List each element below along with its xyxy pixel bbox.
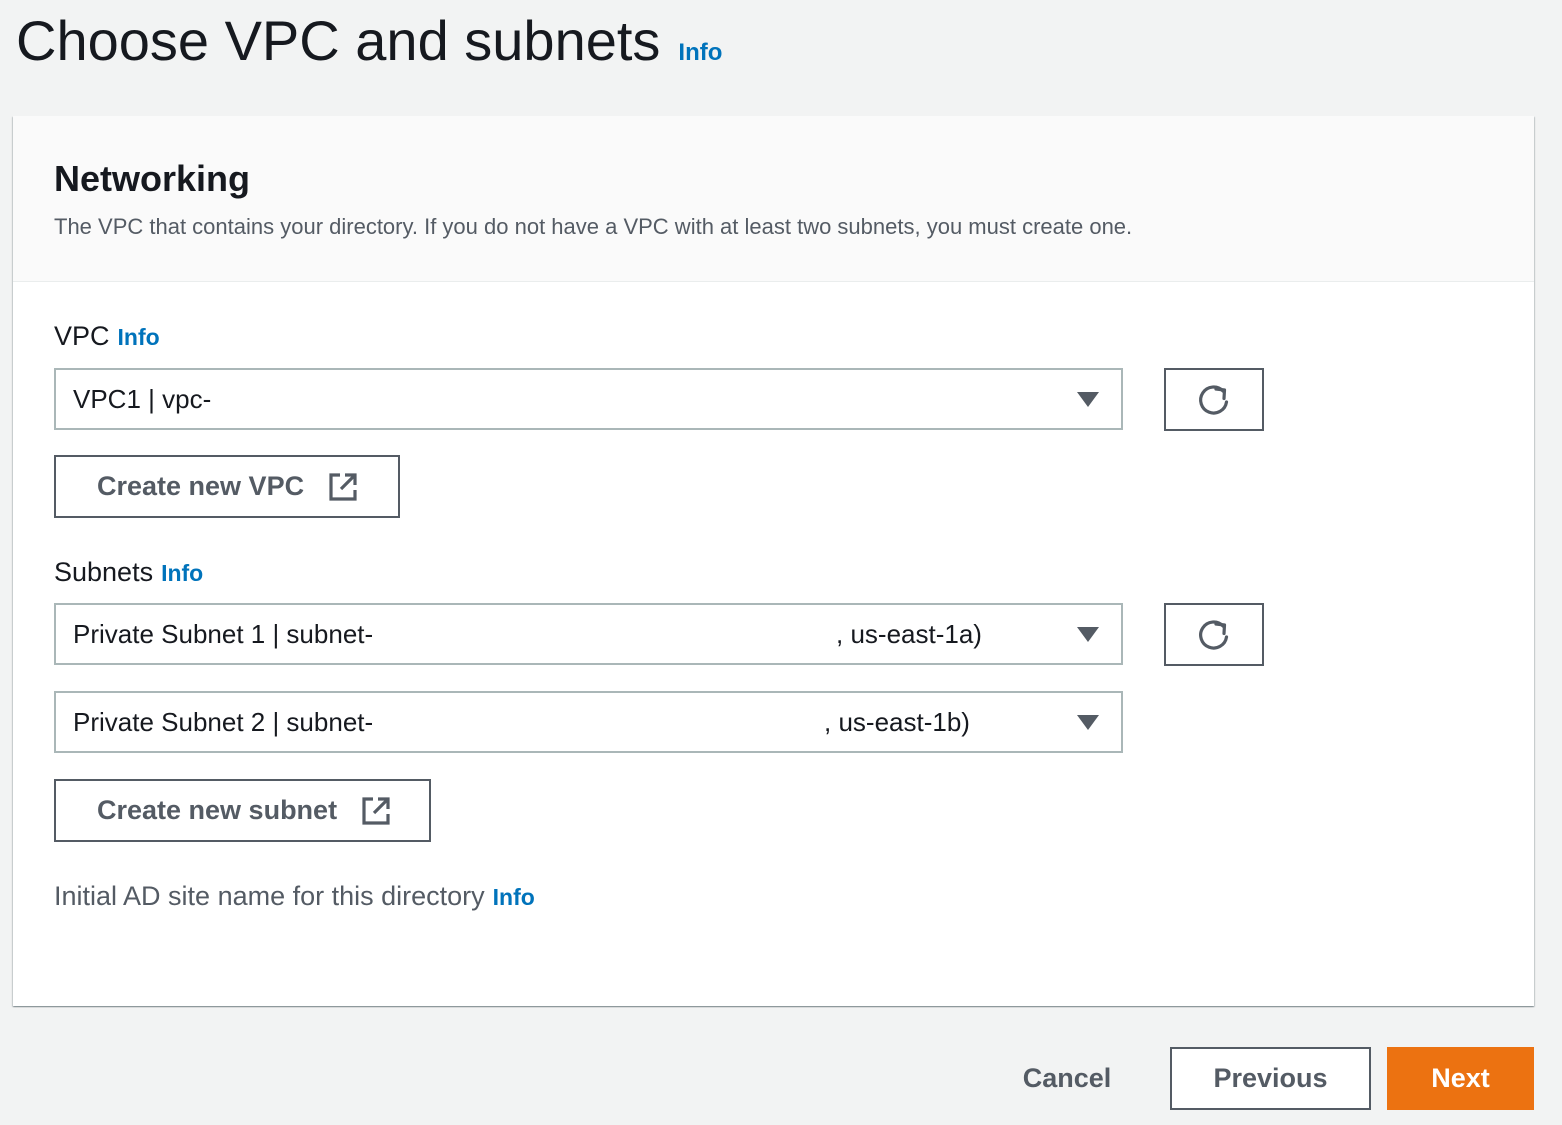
networking-description: The VPC that contains your directory. If… <box>54 214 1133 239</box>
networking-panel-header: Networking The VPC that contains your di… <box>13 116 1534 282</box>
create-new-subnet-label: Create new subnet <box>97 795 338 825</box>
page-title: Choose VPC and subnets <box>16 9 661 72</box>
subnet-1-suffix: , us-east-1a) <box>836 618 982 649</box>
create-new-vpc-label: Create new VPC <box>97 471 305 501</box>
subnet-2-suffix: , us-east-1b) <box>824 706 970 737</box>
subnets-info-link[interactable]: Info <box>161 560 203 587</box>
vpc-select[interactable]: VPC1 | vpc- <box>54 368 1123 430</box>
networking-panel: Networking The VPC that contains your di… <box>13 116 1534 1006</box>
subnet-1-select[interactable]: Private Subnet 1 | subnet- , us-east-1a) <box>54 603 1123 665</box>
ad-site-info-link[interactable]: Info <box>493 884 535 911</box>
subnets-label: Subnets Info <box>54 557 203 588</box>
external-link-icon <box>362 796 390 825</box>
vpc-label: VPC Info <box>54 321 160 352</box>
ad-site-label-text: Initial AD site name for this directory <box>54 881 485 911</box>
previous-button[interactable]: Previous <box>1170 1047 1371 1110</box>
subnets-label-text: Subnets <box>54 557 154 587</box>
caret-down-icon <box>1077 715 1099 730</box>
refresh-icon <box>1199 619 1229 650</box>
subnets-refresh-button[interactable] <box>1164 603 1264 666</box>
vpc-label-text: VPC <box>54 321 110 351</box>
ad-site-label: Initial AD site name for this directory … <box>54 881 535 912</box>
page-header: Choose VPC and subnets Info <box>16 8 722 73</box>
refresh-icon <box>1199 384 1229 415</box>
external-link-icon <box>329 472 357 501</box>
create-new-subnet-button[interactable]: Create new subnet <box>54 779 431 842</box>
next-button[interactable]: Next <box>1387 1047 1534 1110</box>
caret-down-icon <box>1077 392 1099 407</box>
page-title-info-link[interactable]: Info <box>678 39 722 67</box>
create-new-vpc-button[interactable]: Create new VPC <box>54 455 400 518</box>
vpc-refresh-button[interactable] <box>1164 368 1264 431</box>
subnet-2-value: Private Subnet 2 | subnet- <box>73 706 374 737</box>
vpc-info-link[interactable]: Info <box>118 324 160 351</box>
caret-down-icon <box>1077 627 1099 642</box>
cancel-button[interactable]: Cancel <box>1000 1047 1134 1110</box>
networking-heading: Networking <box>54 158 251 199</box>
subnet-1-value: Private Subnet 1 | subnet- <box>73 618 374 649</box>
vpc-selected-value: VPC1 | vpc- <box>73 383 212 414</box>
subnet-2-select[interactable]: Private Subnet 2 | subnet- , us-east-1b) <box>54 691 1123 753</box>
